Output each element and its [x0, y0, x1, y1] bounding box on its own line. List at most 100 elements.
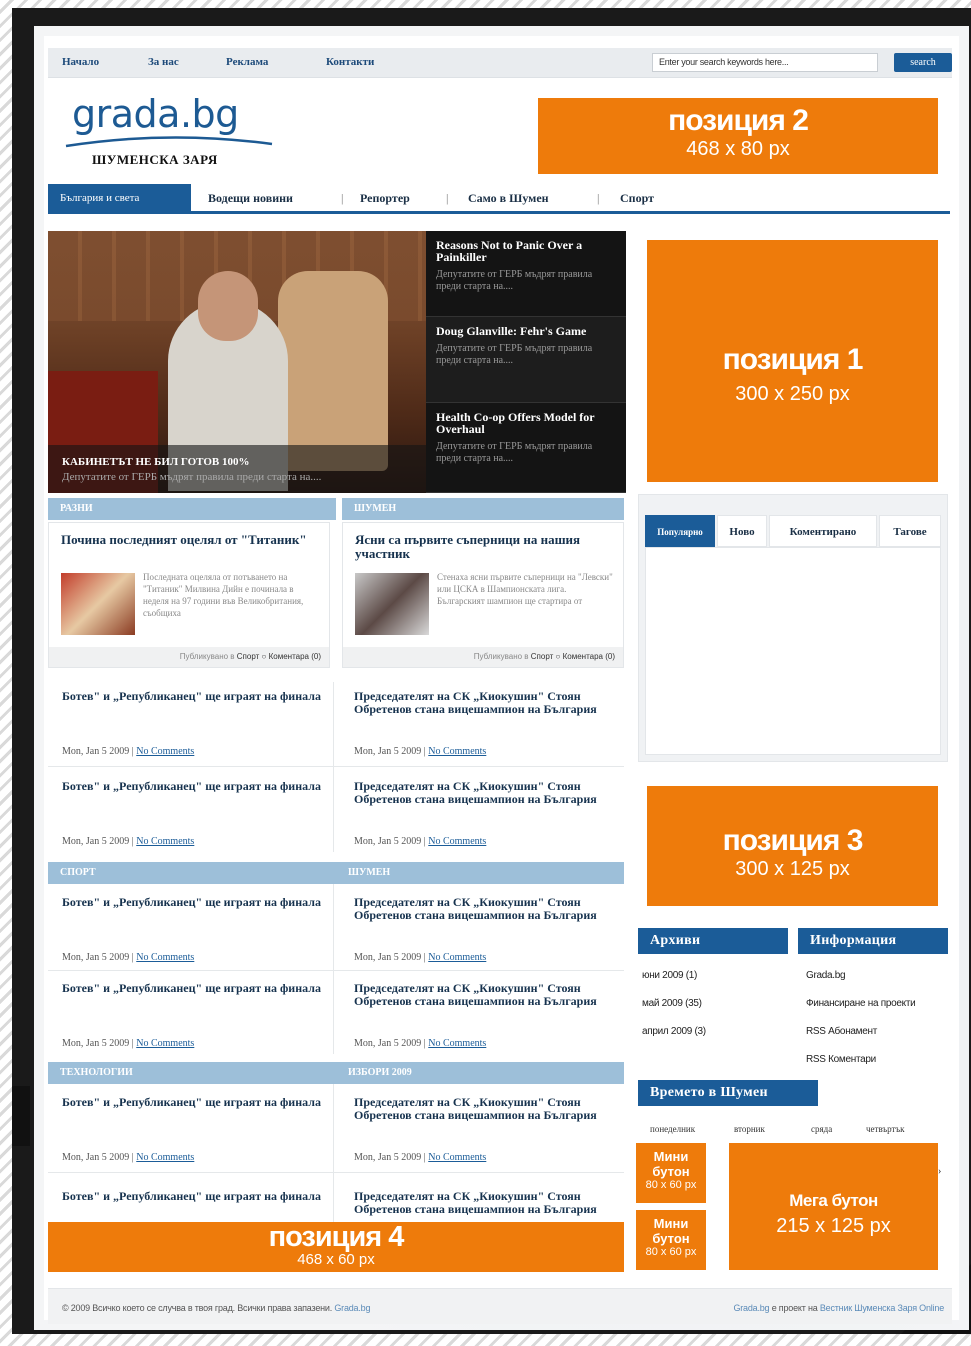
- news-title[interactable]: Председателят на СК „Киокушин" Стоян Обр…: [354, 690, 622, 716]
- tab-popular[interactable]: Популярно: [645, 515, 715, 547]
- comments-link[interactable]: No Comments: [136, 1152, 194, 1163]
- page-background: Начало За нас Реклама Контакти Enter you…: [34, 26, 969, 1330]
- info-link[interactable]: Grada.bg: [806, 970, 846, 981]
- meta-comments-link[interactable]: Коментара (0): [269, 652, 321, 661]
- article-thumbnail[interactable]: [61, 573, 135, 635]
- row-divider: [48, 766, 624, 767]
- news-title[interactable]: Председателят на СК „Киокушин" Стоян Обр…: [354, 780, 622, 806]
- mini-button-ad[interactable]: Мини бутон 80 x 60 px: [636, 1210, 706, 1270]
- mega-button-ad[interactable]: Мега бутон 215 x 125 px: [729, 1143, 938, 1270]
- comments-link[interactable]: No Comments: [136, 836, 194, 847]
- ad-position-3[interactable]: позиция 3 300 x 125 px: [647, 786, 938, 906]
- news-title[interactable]: Ботев" и „Републиканец" ще играят на фин…: [62, 690, 330, 703]
- top-nav-home[interactable]: Начало: [62, 56, 99, 68]
- news-title[interactable]: Ботев" и „Републиканец" ще играят на фин…: [62, 1190, 330, 1203]
- main-nav-item[interactable]: Водещи новини: [208, 191, 293, 206]
- footer-link[interactable]: Grada.bg: [733, 1303, 769, 1313]
- news-item: Ботев" и „Републиканец" ще играят на фин…: [62, 1190, 330, 1220]
- article-meta: Публикувано в Спорт ○ Коментара (0): [49, 647, 329, 667]
- news-item: Председателят на СК „Киокушин" Стоян Обр…: [354, 1190, 622, 1220]
- section-header[interactable]: ШУМЕН: [336, 862, 624, 884]
- ad-title: позиция 1: [722, 343, 864, 376]
- featured-side-desc: Депутатите от ГЕРБ мъдрят правила преди …: [436, 441, 593, 464]
- comments-link[interactable]: No Comments: [428, 836, 486, 847]
- comments-link[interactable]: No Comments: [428, 746, 486, 757]
- comments-link[interactable]: No Comments: [136, 1038, 194, 1049]
- info-link[interactable]: Финансиране на проекти: [806, 998, 916, 1009]
- info-link[interactable]: RSS Абонамент: [806, 1026, 877, 1037]
- section-header[interactable]: ИЗБОРИ 2009: [336, 1062, 624, 1084]
- comments-link[interactable]: No Comments: [428, 952, 486, 963]
- featured-side-item[interactable]: Health Co-op Offers Model for Overhaul Д…: [426, 403, 626, 493]
- news-title[interactable]: Председателят на СК „Киокушин" Стоян Обр…: [354, 1096, 622, 1122]
- news-item: Ботев" и „Републиканец" ще играят на фин…: [62, 896, 330, 980]
- search-button[interactable]: search: [894, 53, 952, 72]
- comments-link[interactable]: No Comments: [136, 952, 194, 963]
- article-title[interactable]: Ясни са първите съперници на нашия участ…: [355, 533, 617, 561]
- ad-position-1[interactable]: позиция 1 300 x 250 px: [647, 240, 938, 482]
- tab-new[interactable]: Ново: [717, 515, 767, 547]
- top-nav-ads[interactable]: Реклама: [226, 56, 268, 68]
- news-title[interactable]: Председателят на СК „Киокушин" Стоян Обр…: [354, 982, 622, 1008]
- news-title[interactable]: Ботев" и „Републиканец" ще играят на фин…: [62, 896, 330, 909]
- comments-link[interactable]: No Comments: [428, 1152, 486, 1163]
- credits-text: е проект на: [771, 1303, 818, 1313]
- ad-title: Мини бутон: [652, 1149, 690, 1179]
- ad-title: Мини бутон: [652, 1216, 690, 1246]
- footer-link[interactable]: Grada.bg: [334, 1303, 370, 1313]
- news-title[interactable]: Председателят на СК „Киокушин" Стоян Обр…: [354, 896, 622, 922]
- footer-copyright: © 2009 Всичко което се случва в твоя гра…: [62, 1303, 370, 1313]
- news-meta: Mon, Jan 5 2009 | No Comments: [354, 1038, 487, 1049]
- archive-link[interactable]: май 2009 (35): [642, 998, 702, 1009]
- featured-side-item[interactable]: Reasons Not to Panic Over a Painkiller Д…: [426, 231, 626, 317]
- meta-comments-link[interactable]: Коментара (0): [563, 652, 615, 661]
- footer-link[interactable]: Вестник Шуменска Заря Online: [820, 1303, 944, 1313]
- section-header[interactable]: РАЗНИ: [48, 498, 336, 520]
- ad-position-4[interactable]: позиция 4 468 x 60 px: [48, 1222, 624, 1272]
- chevron-right-icon[interactable]: ›: [938, 1166, 941, 1177]
- meta-category-link[interactable]: Спорт: [531, 652, 554, 661]
- site-logo[interactable]: grada.bg: [72, 92, 239, 136]
- news-item: Председателят на СК „Киокушин" Стоян Обр…: [354, 982, 622, 1066]
- tab-commented[interactable]: Коментирано: [769, 515, 877, 547]
- top-nav-about[interactable]: За нас: [148, 56, 179, 68]
- featured-side-desc: Депутатите от ГЕРБ мъдрят правила преди …: [436, 343, 593, 366]
- comments-link[interactable]: No Comments: [136, 746, 194, 757]
- mini-button-ad[interactable]: Мини бутон 80 x 60 px: [636, 1143, 706, 1203]
- logo-swoosh-icon: [65, 136, 273, 148]
- main-nav-item[interactable]: Само в Шумен: [468, 191, 549, 206]
- ad-position-2[interactable]: позиция 2 468 x 80 px: [538, 98, 938, 174]
- main-nav-item[interactable]: Репортер: [360, 191, 410, 206]
- news-item: Председателят на СК „Киокушин" Стоян Обр…: [354, 1096, 622, 1180]
- ad-size: 468 x 80 px: [686, 138, 790, 160]
- ad-size: 80 x 60 px: [645, 1179, 697, 1191]
- section-header[interactable]: СПОРТ: [48, 862, 336, 884]
- ad-title: позиция 4: [268, 1221, 405, 1253]
- row-divider: [48, 1172, 624, 1173]
- section-header[interactable]: ТЕХНОЛОГИИ: [48, 1062, 336, 1084]
- nav-separator: |: [446, 191, 449, 205]
- news-title[interactable]: Председателят на СК „Киокушин" Стоян Обр…: [354, 1190, 622, 1216]
- article-thumbnail[interactable]: [355, 573, 429, 635]
- featured-title[interactable]: КАБИНЕТЪТ НЕ БИЛ ГОТОВ 100%: [62, 456, 250, 468]
- news-title[interactable]: Ботев" и „Републиканец" ще играят на фин…: [62, 1096, 330, 1109]
- comments-link[interactable]: No Comments: [428, 1038, 486, 1049]
- article-title[interactable]: Почина последният оцелял от "Титаник": [61, 533, 323, 547]
- archive-link[interactable]: април 2009 (3): [642, 1026, 706, 1037]
- archive-link[interactable]: юни 2009 (1): [642, 970, 697, 981]
- search-input[interactable]: Enter your search keywords here...: [652, 53, 878, 72]
- news-title[interactable]: Ботев" и „Републиканец" ще играят на фин…: [62, 780, 330, 793]
- main-nav-active-tab[interactable]: България и света: [48, 184, 191, 212]
- tab-row: Популярно Ново Коментирано Тагове: [645, 515, 941, 547]
- section-header[interactable]: ШУМЕН: [342, 498, 624, 520]
- meta-category-link[interactable]: Спорт: [237, 652, 260, 661]
- top-nav-contacts[interactable]: Контакти: [326, 56, 374, 68]
- featured-side-item[interactable]: Doug Glanville: Fehr's Game Депутатите о…: [426, 317, 626, 403]
- tabs-widget: Популярно Ново Коментирано Тагове: [638, 494, 948, 762]
- news-title[interactable]: Ботев" и „Републиканец" ще играят на фин…: [62, 982, 330, 995]
- tab-tags[interactable]: Тагове: [879, 515, 941, 547]
- main-nav-item[interactable]: Спорт: [620, 191, 654, 206]
- footer-credits: Grada.bg е проект на Вестник Шуменска За…: [733, 1303, 944, 1313]
- weather-day: вторник: [734, 1124, 765, 1134]
- info-link[interactable]: RSS Коментари: [806, 1054, 876, 1065]
